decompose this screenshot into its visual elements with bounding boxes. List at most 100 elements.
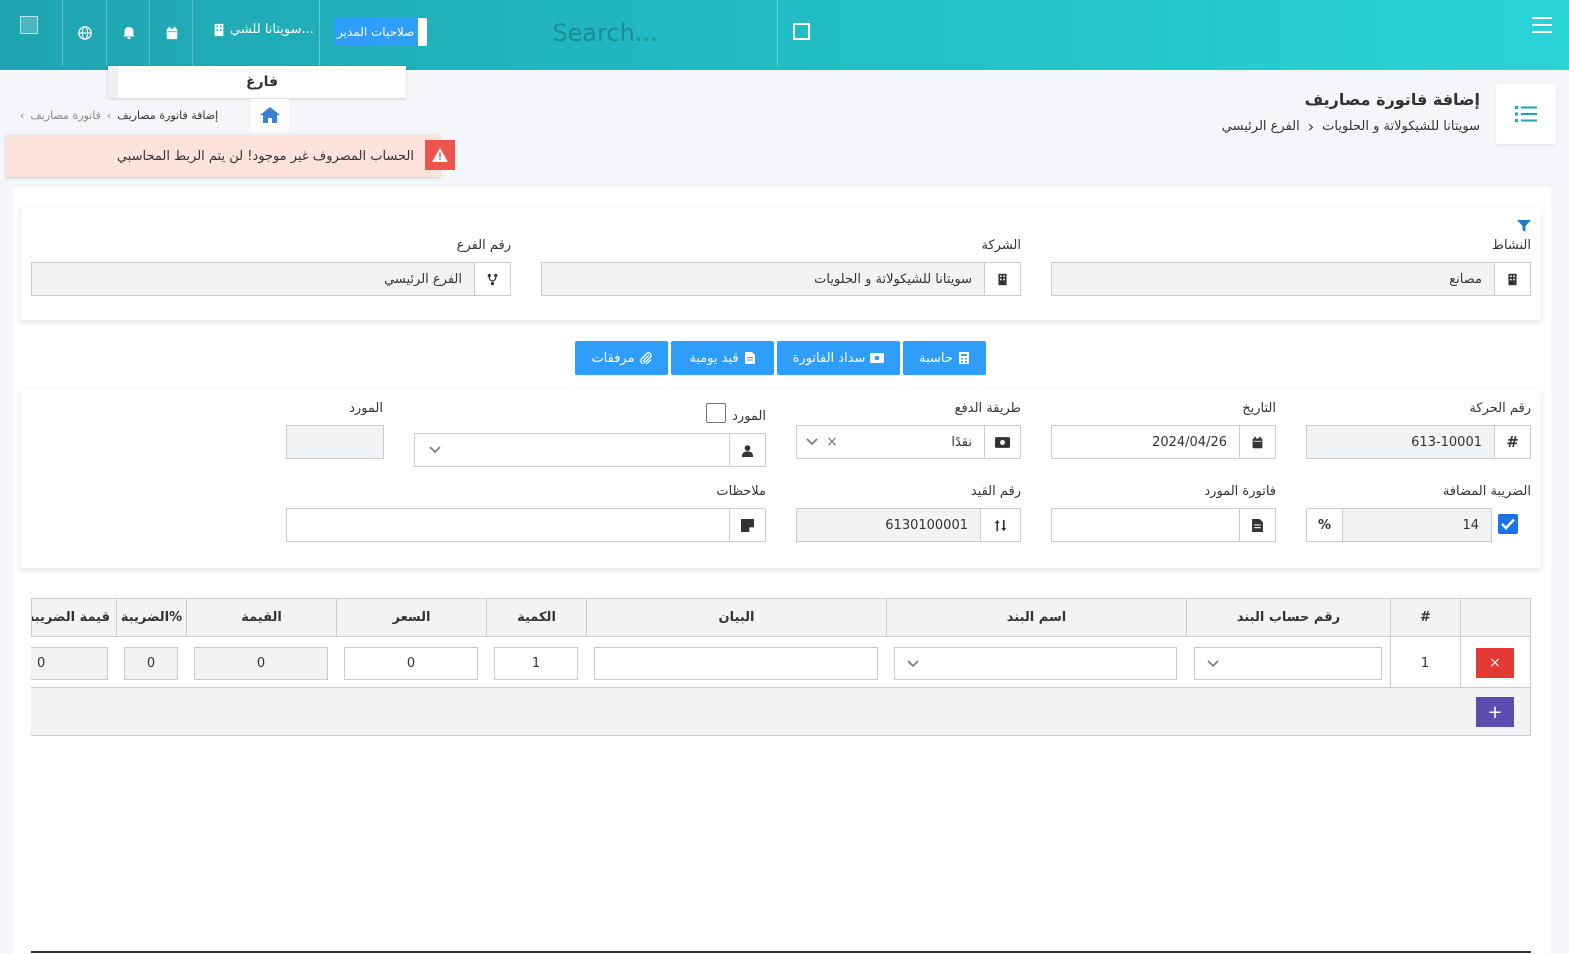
entry-no-field[interactable]: 6130100001 [796, 508, 1021, 542]
table-footer [31, 688, 1531, 736]
file-invoice-icon [1252, 518, 1263, 532]
quantity-input[interactable]: 1 [494, 647, 578, 680]
supplier-code-label: المورد [349, 401, 383, 416]
txn-no-label: رقم الحركة [1469, 401, 1531, 416]
company-name: سويتانا للشيكولاتة و الحلويات [1322, 119, 1480, 134]
chevron-down-icon[interactable] [429, 444, 441, 456]
breadcrumb: إضافة فاتورة مصاريف › فاتورة مصاريف › [20, 109, 218, 122]
home-button[interactable] [251, 99, 289, 131]
branch-no-label: رقم الفرع [456, 238, 511, 253]
supplier-code-field[interactable] [286, 425, 384, 459]
notes-field[interactable] [286, 508, 766, 542]
branch-selector[interactable]: سويتانا للشي... [212, 22, 314, 37]
tax-value-field: 0 [31, 647, 108, 680]
warning-alert: الحساب المصروف غير موجود! لن يتم الربط ا… [6, 135, 440, 177]
file-icon [744, 352, 755, 364]
notifications-button[interactable] [108, 0, 150, 66]
activity-value: مصانع [1052, 263, 1494, 295]
th-num: # [1390, 598, 1461, 637]
select-controls: × [797, 426, 847, 458]
price-input[interactable]: 0 [344, 647, 478, 680]
calendar-icon [166, 26, 177, 40]
value-field: 0 [194, 647, 328, 680]
account-select[interactable] [1194, 647, 1382, 680]
date-label: التاريخ [1242, 401, 1276, 416]
description-input[interactable] [594, 647, 878, 680]
vat-checkbox[interactable] [1498, 514, 1518, 534]
branch-label: سويتانا للشي... [230, 22, 314, 37]
sticky-note-icon [741, 518, 754, 532]
language-button[interactable] [63, 0, 107, 66]
payment-method-value: نقدًا [951, 434, 972, 450]
logo-image [20, 16, 38, 34]
breadcrumb-parent[interactable]: فاتورة مصاريف [30, 109, 100, 122]
add-row-button[interactable]: + [1476, 697, 1514, 727]
fullscreen-icon[interactable] [793, 23, 810, 40]
building-icon [998, 273, 1007, 285]
activity-label: النشاط [1491, 238, 1531, 253]
payment-method-select[interactable]: نقدًا × [796, 425, 1021, 459]
vat-field[interactable]: 14 % [1306, 508, 1492, 542]
txn-no-field[interactable]: # 613-10001 [1306, 425, 1531, 459]
page-subtitle: سويتانا للشيكولاتة و الحلويات ‹ الفرع ال… [1222, 117, 1480, 136]
supplier-select-value [455, 434, 729, 466]
payment-method-label: طريقة الدفع [954, 401, 1021, 416]
divider [777, 0, 778, 66]
txn-no-value: 613-10001 [1307, 426, 1494, 458]
row-number: 1 [1420, 655, 1430, 671]
supplier-checkbox[interactable] [706, 403, 726, 423]
filter-icon[interactable] [1517, 220, 1531, 232]
hamburger-menu-icon[interactable] [1532, 17, 1552, 38]
plus-icon: + [1487, 701, 1503, 723]
bell-icon [122, 26, 135, 40]
th-value: القيمة [186, 598, 337, 637]
clear-icon[interactable]: × [826, 434, 838, 450]
search-input[interactable] [435, 16, 775, 50]
supplier-invoice-field[interactable] [1051, 508, 1276, 542]
th-item-name: اسم البند [886, 598, 1187, 637]
percent-icon: % [1307, 509, 1343, 541]
date-value: 2024/04/26 [1152, 434, 1227, 450]
item-name-select[interactable] [894, 647, 1177, 680]
calculator-icon [958, 352, 969, 364]
supplier-select[interactable] [414, 433, 766, 467]
attachments-button[interactable]: مرفقات [575, 341, 668, 375]
building-icon [214, 23, 224, 36]
th-quantity: الكمية [486, 598, 587, 637]
chevron-down-icon [1207, 659, 1219, 667]
breadcrumb-separator: › [106, 109, 112, 122]
money-bill-icon [995, 436, 1010, 448]
company-field[interactable]: سويتانا للشيكولاتة و الحلويات [541, 262, 1021, 296]
branch-name: الفرع الرئيسي [1221, 119, 1300, 134]
activity-field[interactable]: مصانع [1051, 262, 1531, 296]
user-icon [741, 444, 754, 457]
page-menu-button[interactable] [1496, 84, 1556, 144]
dropdown-empty-text: فارغ [245, 74, 279, 90]
vat-value: 14 [1343, 509, 1491, 541]
notes-value [287, 509, 729, 541]
date-field[interactable]: 2024/04/26 [1051, 425, 1276, 459]
divider [319, 0, 320, 66]
pay-invoice-button[interactable]: سداد الفاتورة [777, 341, 900, 375]
journal-entry-button[interactable]: قيد يومية [671, 341, 774, 375]
chevron-left-icon: ‹ [1307, 117, 1315, 136]
branch-no-field[interactable]: الفرع الرئيسي [31, 262, 511, 296]
supplier-invoice-value [1052, 509, 1239, 541]
close-icon: × [1489, 655, 1501, 671]
th-actions [1460, 598, 1531, 637]
admin-permissions-button[interactable]: صلاحيات المدير [334, 18, 427, 46]
calendar-button[interactable] [151, 0, 193, 66]
scrollbar-track[interactable] [31, 951, 1531, 953]
chevron-down-icon[interactable] [806, 436, 818, 448]
calculator-label: حاسبة [919, 350, 953, 366]
th-price: السعر [336, 598, 487, 637]
notifications-dropdown: فارغ [108, 66, 406, 98]
tax-percent-field: 0 [124, 647, 178, 680]
entry-no-label: رقم القيد [970, 484, 1021, 499]
top-navbar: سويتانا للشي... صلاحيات المدير [0, 0, 1569, 70]
admin-permissions-label: صلاحيات المدير [337, 25, 415, 39]
delete-row-button[interactable]: × [1476, 648, 1514, 678]
supplier-invoice-label: فاتورة المورد [1204, 484, 1276, 499]
calculator-button[interactable]: حاسبة [903, 341, 986, 375]
pay-invoice-label: سداد الفاتورة [792, 350, 866, 366]
